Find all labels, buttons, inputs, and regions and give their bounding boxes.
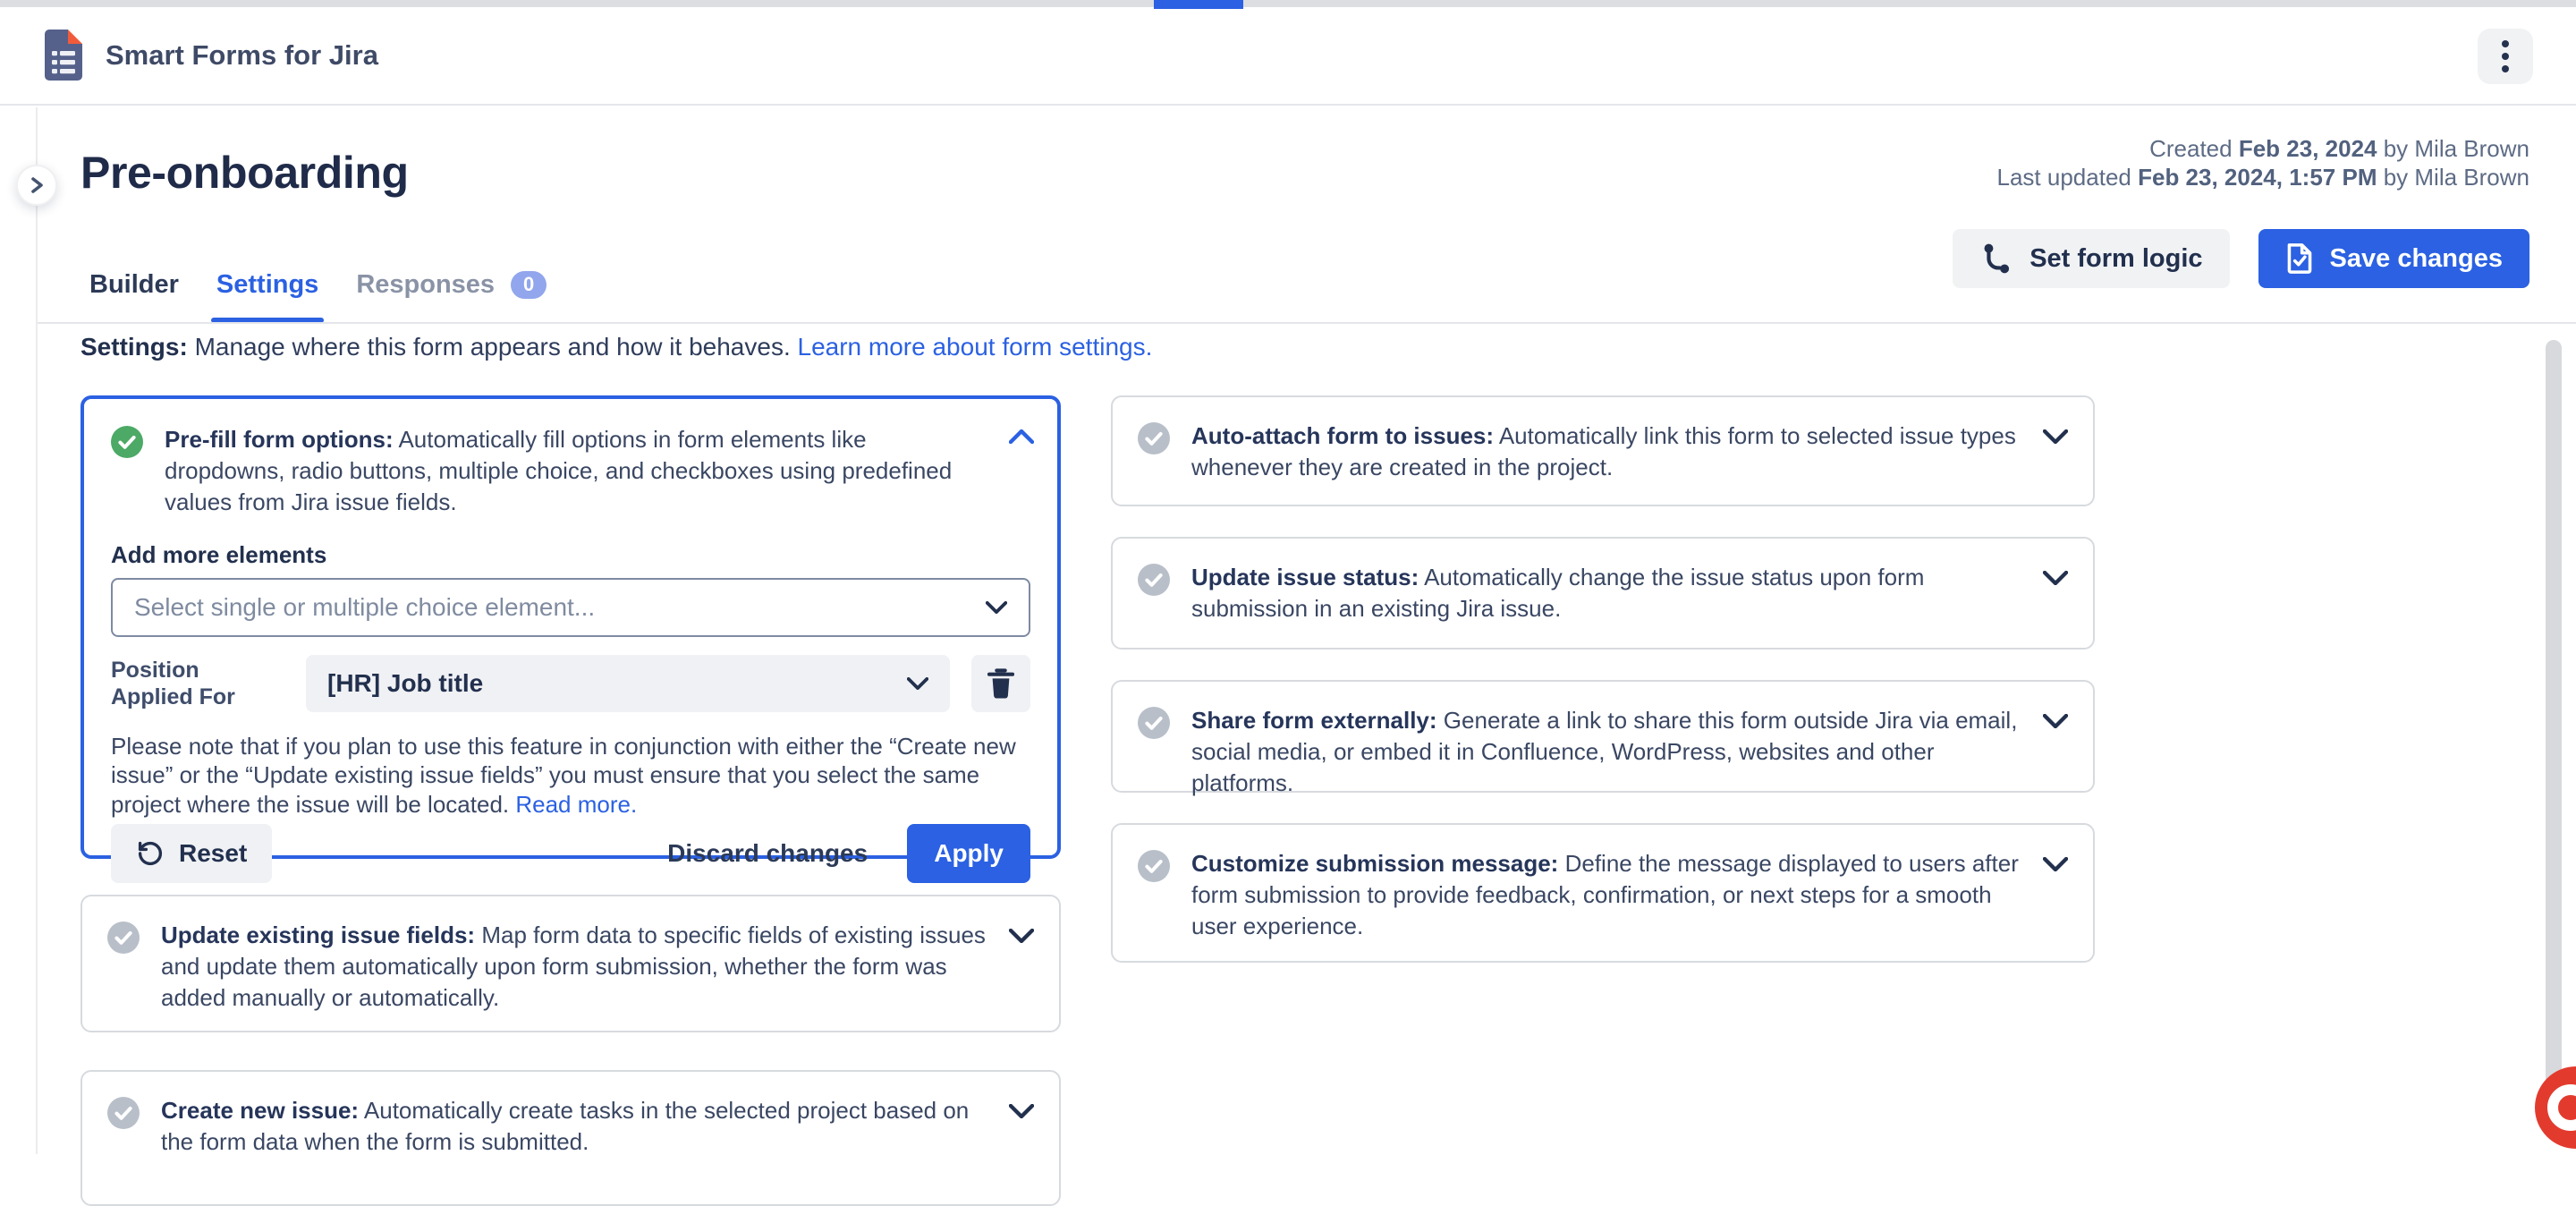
tab-builder[interactable]: Builder	[89, 270, 179, 300]
card-auto-attach-form: Auto-attach form to issues: Automaticall…	[1111, 395, 2095, 506]
updated-line: Last updated Feb 23, 2024, 1:57 PM by Mi…	[1997, 163, 2529, 191]
chevron-down-icon	[907, 677, 928, 690]
card-header[interactable]: Pre-fill form options: Automatically fil…	[111, 424, 1030, 518]
save-document-icon	[2285, 242, 2314, 275]
element-select-placeholder: Select single or multiple choice element…	[134, 593, 595, 622]
add-more-elements-label: Add more elements	[111, 541, 1030, 569]
status-disabled-icon	[1138, 564, 1170, 624]
discard-changes-button[interactable]: Discard changes	[667, 839, 868, 868]
browser-top-strip	[0, 0, 2576, 7]
status-disabled-icon	[1138, 707, 1170, 799]
status-disabled-icon	[107, 1097, 140, 1158]
card-header[interactable]: Update existing issue fields: Map form d…	[82, 896, 1059, 1037]
tab-bar: Builder Settings Responses 0	[89, 270, 547, 300]
help-floating-button[interactable]	[2535, 1066, 2576, 1149]
expand-chevron-down-icon[interactable]	[1009, 1104, 1034, 1118]
app-logo-icon	[45, 30, 82, 81]
expand-sidebar-button[interactable]	[16, 165, 57, 206]
expand-chevron-down-icon[interactable]	[2043, 429, 2068, 444]
card-header[interactable]: Create new issue: Automatically create t…	[82, 1072, 1059, 1181]
learn-more-link[interactable]: Learn more about form settings.	[798, 333, 1153, 361]
form-meta: Created Feb 23, 2024 by Mila Brown Last …	[1997, 134, 2529, 191]
responses-count-badge: 0	[511, 271, 547, 299]
updated-date: Feb 23, 2024, 1:57 PM	[2138, 164, 2377, 191]
mapping-row: Position Applied For [HR] Job title	[111, 655, 1030, 712]
created-date: Feb 23, 2024	[2239, 135, 2377, 162]
element-select[interactable]: Select single or multiple choice element…	[111, 578, 1030, 637]
card-prefill-form-options: Pre-fill form options: Automatically fil…	[80, 395, 1061, 859]
help-icon	[2547, 1084, 2576, 1131]
more-options-button[interactable]	[2478, 29, 2533, 84]
card-header[interactable]: Update issue status: Automatically chang…	[1113, 539, 2093, 648]
card-description: Pre-fill form options: Automatically fil…	[165, 424, 977, 518]
card-header[interactable]: Share form externally: Generate a link t…	[1113, 682, 2093, 822]
card-share-form-externally: Share form externally: Generate a link t…	[1111, 680, 2095, 793]
jira-field-select[interactable]: [HR] Job title	[306, 655, 950, 712]
expand-chevron-down-icon[interactable]	[2043, 857, 2068, 871]
scrollbar-thumb[interactable]	[2546, 340, 2562, 1095]
sidebar-divider	[36, 107, 38, 1154]
card-create-new-issue: Create new issue: Automatically create t…	[80, 1070, 1061, 1206]
chevron-down-icon	[986, 601, 1007, 614]
expand-chevron-down-icon[interactable]	[1009, 929, 1034, 943]
kebab-icon	[2502, 40, 2509, 72]
set-form-logic-button[interactable]: Set form logic	[1953, 229, 2229, 288]
app-header: Smart Forms for Jira	[0, 7, 2576, 106]
header-actions: Set form logic Save changes	[1953, 229, 2529, 288]
status-disabled-icon	[1138, 422, 1170, 483]
card-description: Auto-attach form to issues: Automaticall…	[1191, 420, 2032, 483]
updated-by: by Mila Brown	[2384, 164, 2529, 191]
trash-icon	[987, 668, 1014, 699]
created-by: by Mila Brown	[2384, 135, 2529, 162]
created-line: Created Feb 23, 2024 by Mila Brown	[1997, 134, 2529, 163]
card-update-issue-status: Update issue status: Automatically chang…	[1111, 537, 2095, 650]
card-description: Update issue status: Automatically chang…	[1191, 562, 2032, 624]
settings-intro: Settings: Manage where this form appears…	[80, 333, 1152, 361]
card-description: Share form externally: Generate a link t…	[1191, 705, 2032, 799]
undo-icon	[136, 839, 165, 868]
read-more-link[interactable]: Read more.	[515, 791, 637, 818]
prefill-note: Please note that if you plan to use this…	[111, 732, 1030, 819]
card-description: Create new issue: Automatically create t…	[161, 1095, 998, 1158]
tab-responses[interactable]: Responses 0	[356, 270, 547, 300]
save-changes-button[interactable]: Save changes	[2258, 229, 2529, 288]
tab-loading-indicator	[1154, 0, 1243, 9]
card-description: Update existing issue fields: Map form d…	[161, 920, 998, 1014]
expand-chevron-down-icon[interactable]	[2043, 571, 2068, 585]
card-customize-submission-message: Customize submission message: Define the…	[1111, 823, 2095, 963]
card-header[interactable]: Auto-attach form to issues: Automaticall…	[1113, 397, 2093, 506]
chevron-right-icon	[28, 176, 46, 194]
tab-settings[interactable]: Settings	[216, 270, 318, 300]
expand-chevron-down-icon[interactable]	[2043, 714, 2068, 728]
status-enabled-icon	[111, 426, 143, 518]
reset-button[interactable]: Reset	[111, 824, 272, 883]
status-disabled-icon	[1138, 850, 1170, 942]
status-disabled-icon	[107, 921, 140, 1014]
apply-button[interactable]: Apply	[907, 824, 1030, 883]
collapse-chevron-up-icon[interactable]	[1009, 429, 1034, 444]
card-update-existing-issue-fields: Update existing issue fields: Map form d…	[80, 895, 1061, 1032]
page-title: Pre-onboarding	[80, 147, 409, 199]
card-header[interactable]: Customize submission message: Define the…	[1113, 825, 2093, 965]
branch-icon	[1979, 242, 2013, 276]
tabs-divider	[38, 322, 2576, 324]
app-title: Smart Forms for Jira	[106, 39, 378, 72]
delete-mapping-button[interactable]	[971, 655, 1030, 712]
mapping-element-label: Position Applied For	[111, 657, 284, 710]
prefill-actions: Reset Discard changes Apply	[111, 824, 1030, 883]
card-description: Customize submission message: Define the…	[1191, 848, 2032, 942]
